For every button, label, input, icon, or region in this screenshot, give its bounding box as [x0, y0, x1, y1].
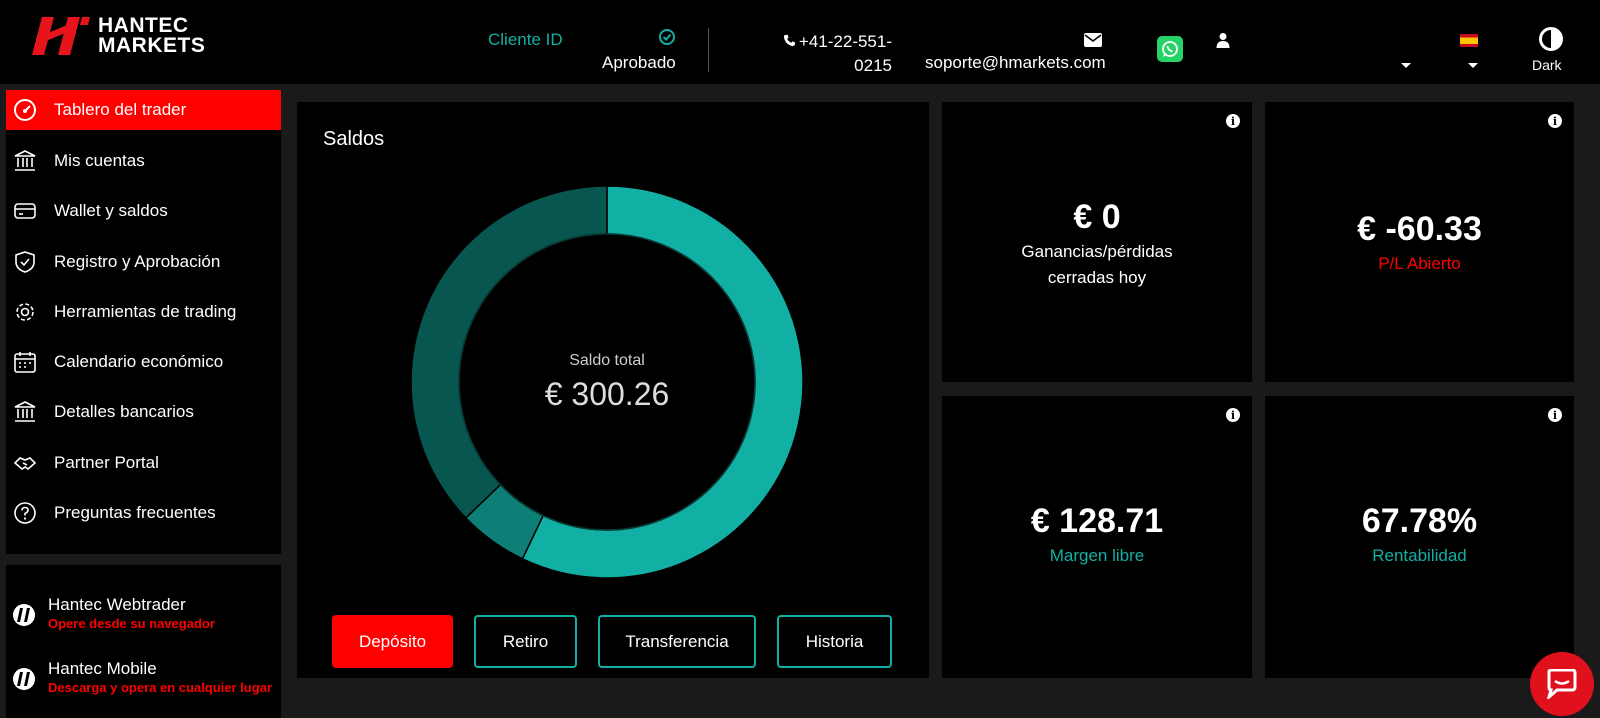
open-pl-body: € -60.33 P/L Abierto	[1265, 210, 1574, 277]
verified-check-icon	[659, 29, 675, 45]
app-title: Hantec Webtrader	[48, 595, 186, 614]
sidebar-item-dashboard[interactable]: Tablero del trader	[6, 90, 281, 130]
free-margin-body: € 128.71 Margen libre	[942, 502, 1252, 569]
logo-line-1: HANTEC	[98, 14, 189, 37]
question-icon	[12, 500, 38, 526]
app-title: Hantec Mobile	[48, 659, 157, 678]
wallet-icon	[12, 198, 38, 224]
sidebar-item-label: Herramientas de trading	[54, 302, 237, 321]
app-subtitle: Descarga y opera en cualquier lugar	[48, 680, 272, 695]
bank-icon	[12, 399, 38, 425]
client-id-label: Cliente ID	[488, 30, 563, 49]
sidebar-item-wallet[interactable]: Wallet y saldos	[6, 191, 281, 231]
shield-icon	[12, 249, 38, 275]
profitability-label: Rentabilidad	[1372, 546, 1467, 565]
whatsapp-icon[interactable]	[1157, 36, 1183, 62]
user-icon[interactable]	[1216, 32, 1230, 48]
profitability-body: 67.78% Rentabilidad	[1265, 502, 1574, 569]
closed-pl-body: € 0 Ganancias/pérdidas cerradas hoy	[942, 198, 1252, 291]
phone-contact[interactable]: +41-22-551-0215	[776, 30, 892, 78]
balances-panel: Saldos Saldo total € 300.26 Depósito Ret…	[297, 102, 929, 678]
open-pl-value: € -60.33	[1357, 210, 1482, 248]
transfer-button[interactable]: Transferencia	[598, 615, 756, 668]
total-balance-value: € 300.26	[544, 376, 670, 412]
email-icon[interactable]	[1084, 33, 1102, 47]
open-pl-card: i € -60.33 P/L Abierto	[1265, 102, 1574, 382]
info-icon[interactable]: i	[1548, 114, 1562, 128]
free-margin-label: Margen libre	[1049, 546, 1145, 565]
hantec-logo-icon	[32, 17, 90, 55]
closed-pl-card: i € 0 Ganancias/pérdidas cerradas hoy	[942, 102, 1252, 382]
chat-bubble-icon	[1546, 669, 1577, 699]
profitability-card: i 67.78% Rentabilidad	[1265, 396, 1574, 678]
app-link-mobile[interactable]: Hantec Mobile Descarga y opera en cualqu…	[12, 659, 272, 697]
profitability-value: 67.78%	[1361, 502, 1478, 540]
sidebar-item-partner-portal[interactable]: Partner Portal	[6, 443, 281, 483]
logo-line-2: MARKETS	[98, 34, 206, 57]
info-icon[interactable]: i	[1226, 408, 1240, 422]
app-text: Hantec Webtrader Opere desde su navegado…	[48, 595, 215, 633]
calendar-icon	[12, 349, 38, 375]
info-icon[interactable]: i	[1226, 114, 1240, 128]
live-chat-button[interactable]	[1530, 652, 1594, 716]
total-balance-label: Saldo total	[569, 352, 645, 369]
app-text: Hantec Mobile Descarga y opera en cualqu…	[48, 659, 272, 697]
sidebar-item-trading-tools[interactable]: Herramientas de trading	[6, 292, 281, 332]
sidebar-item-registration[interactable]: Registro y Aprobación	[6, 242, 281, 282]
balance-donut-chart: Saldo total € 300.26	[407, 182, 807, 582]
sidebar-item-label: Tablero del trader	[54, 100, 187, 119]
sidebar-item-bank-details[interactable]: Detalles bancarios	[6, 392, 281, 432]
sidebar-nav: Tablero del trader Mis cuentas Wallet y …	[6, 90, 281, 554]
sidebar-item-label: Registro y Aprobación	[54, 252, 221, 271]
free-margin-value: € 128.71	[1030, 502, 1164, 540]
sidebar-item-accounts[interactable]: Mis cuentas	[6, 141, 281, 181]
closed-pl-label: Ganancias/pérdidas cerradas hoy	[1021, 242, 1173, 287]
handshake-icon	[12, 450, 38, 476]
app-subtitle: Opere desde su navegador	[48, 616, 215, 631]
client-status: Aprobado	[602, 53, 676, 72]
balances-title: Saldos	[323, 128, 385, 150]
hantec-app-icon	[13, 604, 35, 626]
sidebar-item-label: Calendario económico	[54, 352, 224, 371]
deposit-button[interactable]: Depósito	[332, 615, 453, 668]
logo-text: HANTEC MARKETS	[98, 14, 206, 57]
sidebar-item-label: Preguntas frecuentes	[54, 503, 216, 522]
sidebar-item-faq[interactable]: Preguntas frecuentes	[6, 493, 281, 533]
header-divider	[708, 28, 709, 72]
spain-flag-icon[interactable]	[1460, 34, 1478, 47]
sidebar-item-calendar[interactable]: Calendario económico	[6, 342, 281, 382]
sidebar-item-label: Wallet y saldos	[54, 201, 168, 220]
phone-icon	[783, 34, 795, 47]
user-menu-chevron-down-icon[interactable]	[1401, 63, 1411, 68]
sidebar-item-label: Partner Portal	[54, 453, 159, 472]
app-link-webtrader[interactable]: Hantec Webtrader Opere desde su navegado…	[12, 595, 215, 633]
open-pl-label: P/L Abierto	[1378, 254, 1461, 273]
brand-logo[interactable]: HANTEC MARKETS	[32, 14, 206, 57]
closed-pl-value: € 0	[1073, 198, 1121, 236]
phone-number: +41-22-551-0215	[798, 32, 892, 75]
apps-panel: Hantec Webtrader Opere desde su navegado…	[6, 565, 281, 718]
theme-toggle-icon[interactable]	[1538, 26, 1564, 52]
sidebar-item-label: Detalles bancarios	[54, 402, 194, 421]
top-header: HANTEC MARKETS Cliente ID Aprobado +41-2…	[0, 0, 1600, 84]
gear-icon	[12, 299, 38, 325]
language-chevron-down-icon[interactable]	[1468, 63, 1478, 68]
dashboard-icon	[12, 97, 38, 123]
whatsapp-glyph-icon	[1162, 41, 1178, 57]
sidebar-item-label: Mis cuentas	[54, 151, 145, 170]
support-email[interactable]: soporte@hmarkets.com	[925, 53, 1106, 73]
donut-center: Saldo total € 300.26	[407, 352, 807, 413]
history-button[interactable]: Historia	[777, 615, 892, 668]
theme-label[interactable]: Dark	[1532, 57, 1562, 73]
withdraw-button[interactable]: Retiro	[474, 615, 577, 668]
free-margin-card: i € 128.71 Margen libre	[942, 396, 1252, 678]
info-icon[interactable]: i	[1548, 408, 1562, 422]
bank-icon	[12, 148, 38, 174]
hantec-app-icon	[13, 668, 35, 690]
